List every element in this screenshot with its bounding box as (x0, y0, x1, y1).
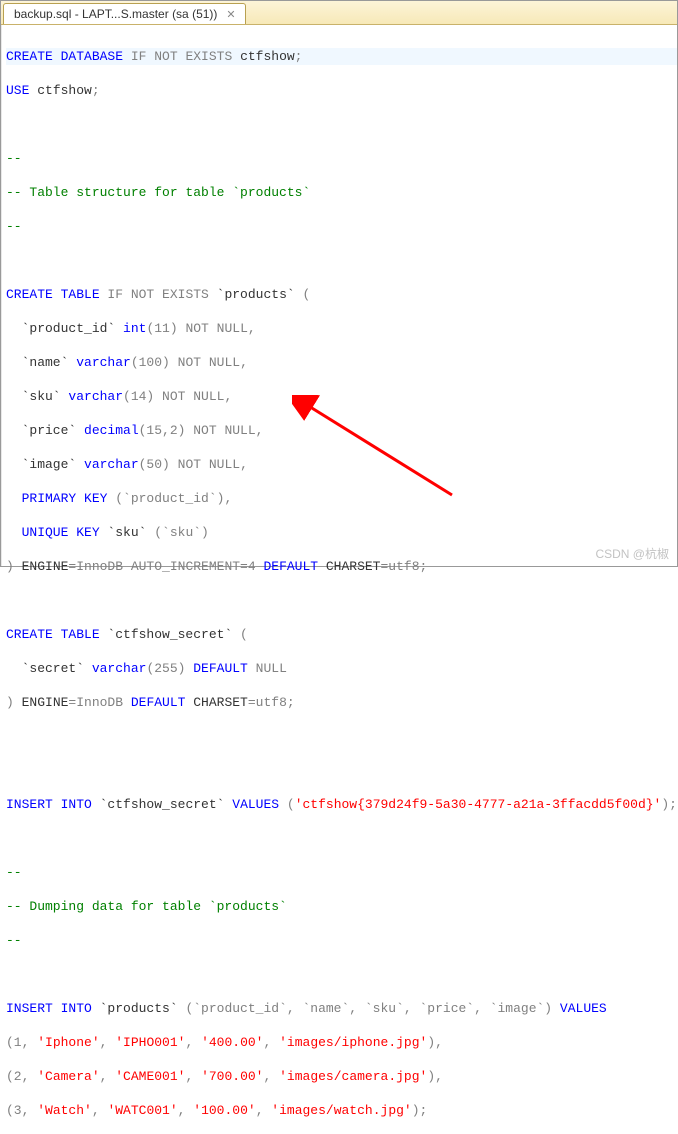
code-line (6, 830, 677, 847)
code-line: `secret` varchar(255) DEFAULT NULL (6, 660, 677, 677)
code-line: -- Dumping data for table `products` (6, 898, 677, 915)
code-line (6, 252, 677, 269)
code-line: PRIMARY KEY (`product_id`), (6, 490, 677, 507)
code-line: `price` decimal(15,2) NOT NULL, (6, 422, 677, 439)
code-line: CREATE DATABASE IF NOT EXISTS ctfshow; (6, 48, 677, 65)
file-tab[interactable]: backup.sql - LAPT...S.master (sa (51)) ✕ (3, 3, 246, 24)
code-line: -- (6, 932, 677, 949)
code-line: ) ENGINE=InnoDB DEFAULT CHARSET=utf8; (6, 694, 677, 711)
code-line: INSERT INTO `ctfshow_secret` VALUES ('ct… (6, 796, 677, 813)
tab-title: backup.sql - LAPT...S.master (sa (51)) (14, 7, 217, 21)
code-line: CREATE TABLE IF NOT EXISTS `products` ( (6, 286, 677, 303)
code-line: INSERT INTO `products` (`product_id`, `n… (6, 1000, 677, 1017)
code-line: CREATE TABLE `ctfshow_secret` ( (6, 626, 677, 643)
editor[interactable]: CREATE DATABASE IF NOT EXISTS ctfshow; U… (1, 25, 677, 566)
code-line (6, 966, 677, 983)
code-line: `sku` varchar(14) NOT NULL, (6, 388, 677, 405)
code-line: UNIQUE KEY `sku` (`sku`) (6, 524, 677, 541)
annotation-arrow-icon (292, 395, 472, 505)
code-line (6, 592, 677, 609)
code-line: (3, 'Watch', 'WATC001', '100.00', 'image… (6, 1102, 677, 1119)
code-line: -- Table structure for table `products` (6, 184, 677, 201)
code-line: (1, 'Iphone', 'IPHO001', '400.00', 'imag… (6, 1034, 677, 1051)
code-area[interactable]: CREATE DATABASE IF NOT EXISTS ctfshow; U… (2, 25, 678, 566)
code-line: `image` varchar(50) NOT NULL, (6, 456, 677, 473)
code-line: (2, 'Camera', 'CAME001', '700.00', 'imag… (6, 1068, 677, 1085)
code-line (6, 116, 677, 133)
code-line (6, 728, 677, 745)
code-line: -- (6, 218, 677, 235)
close-icon[interactable]: ✕ (223, 8, 238, 21)
tab-bar: backup.sql - LAPT...S.master (sa (51)) ✕ (1, 1, 677, 25)
code-line: -- (6, 150, 677, 167)
code-line: `product_id` int(11) NOT NULL, (6, 320, 677, 337)
code-line: USE ctfshow; (6, 82, 677, 99)
code-line: -- (6, 864, 677, 881)
code-line: `name` varchar(100) NOT NULL, (6, 354, 677, 371)
code-line (6, 762, 677, 779)
